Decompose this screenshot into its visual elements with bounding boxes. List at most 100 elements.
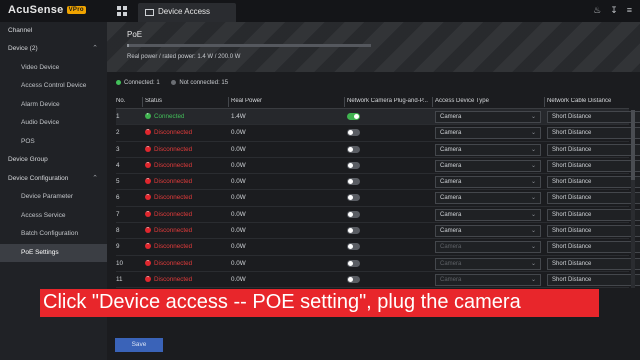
status-cell: Disconnected [145, 129, 192, 136]
select-value: Camera [440, 260, 462, 267]
bell-icon[interactable]: ♨ [593, 5, 601, 15]
table-row[interactable]: 8 Disconnected 0.0W Camera ⌄ Short Distance⌄ [116, 223, 640, 240]
device-type-select[interactable]: Camera ⌄ [435, 208, 541, 221]
select-value: Camera [440, 130, 462, 137]
chevron-down-icon: ⌄ [530, 244, 536, 251]
device-type-select[interactable]: Camera ⌄ [435, 192, 541, 205]
sidebar-item[interactable]: Device (2) ⌃ [0, 40, 107, 58]
chevron-up-icon[interactable]: ⌃ [92, 174, 98, 182]
cable-distance-select[interactable]: Short Distance⌄ [547, 159, 640, 172]
sidebar-item[interactable]: PoE Settings [0, 244, 107, 262]
save-button[interactable]: Save [115, 338, 163, 352]
sidebar-item-label: Access Service [21, 212, 66, 219]
plug-and-play-toggle[interactable] [347, 178, 360, 186]
column-divider[interactable] [228, 97, 229, 107]
tab-label: Device Access [158, 7, 211, 16]
column-header: Real Power [231, 98, 263, 104]
port-number: 9 [116, 243, 120, 251]
device-type-select[interactable]: Camera ⌄ [435, 159, 541, 172]
real-power: 0.0W [231, 210, 246, 218]
status-text: Disconnected [154, 243, 193, 251]
toggle-knob [348, 130, 353, 136]
table-row[interactable]: 7 Disconnected 0.0W Camera ⌄ Short Distance⌄ [116, 207, 640, 224]
status-text: Disconnected [154, 129, 193, 137]
apps-grid-icon[interactable] [117, 6, 127, 16]
cable-distance-select[interactable]: Short Distance⌄ [547, 225, 640, 238]
sidebar-item[interactable]: Audio Device [0, 114, 107, 132]
sidebar-item[interactable]: Access Service [0, 207, 107, 225]
device-type-select[interactable]: Camera ⌄ [435, 111, 541, 123]
chevron-down-icon: ⌄ [530, 276, 536, 283]
sidebar-item[interactable]: Device Configuration ⌃ [0, 170, 107, 188]
device-type-select[interactable]: Camera ⌄ [435, 176, 541, 189]
cable-distance-select[interactable]: Short Distance⌄ [547, 127, 640, 140]
real-power: 1.4W [231, 113, 246, 120]
column-divider[interactable] [432, 97, 433, 107]
plug-and-play-toggle[interactable] [347, 129, 360, 137]
cable-distance-select[interactable]: Short Distance⌄ [547, 111, 640, 123]
table-scrollbar[interactable] [631, 110, 635, 288]
column-divider[interactable] [142, 97, 143, 107]
cable-distance-select[interactable]: Short Distance⌄ [547, 241, 640, 254]
plug-and-play-toggle[interactable] [347, 113, 360, 120]
cable-distance-select[interactable]: Short Distance⌄ [547, 176, 640, 189]
table-header: No. Status Real Power Network Camera Plug-a… [116, 95, 629, 109]
cable-distance-select[interactable]: Short Distance⌄ [547, 143, 640, 156]
sidebar-item[interactable]: Video Device [0, 59, 107, 77]
column-divider[interactable] [544, 97, 545, 107]
sidebar-item[interactable]: Device Group [0, 151, 107, 169]
table-row[interactable]: 3 Disconnected 0.0W Camera ⌄ Short Distance⌄ [116, 142, 640, 158]
tab-device-access[interactable]: Device Access [138, 3, 236, 22]
device-type-select[interactable]: Camera ⌄ [435, 143, 541, 156]
cable-distance-select[interactable]: Short Distance⌄ [547, 257, 640, 270]
plug-and-play-toggle[interactable] [347, 194, 360, 202]
sidebar-item[interactable]: Access Control Device [0, 77, 107, 95]
select-value: Camera [440, 195, 462, 202]
plug-and-play-toggle[interactable] [347, 145, 360, 153]
sidebar-item[interactable]: Batch Configuration [0, 225, 107, 243]
device-type-select[interactable]: Camera ⌄ [435, 225, 541, 238]
chevron-down-icon: ⌄ [530, 146, 536, 153]
plug-and-play-toggle[interactable] [347, 210, 360, 218]
table-row[interactable]: 6 Disconnected 0.0W Camera ⌄ Short Distance⌄ [116, 190, 640, 207]
x-circle-icon [145, 161, 151, 168]
download-icon[interactable]: ↧ [610, 5, 618, 15]
cable-distance-select[interactable]: Short Distance⌄ [547, 273, 640, 286]
plug-and-play-toggle[interactable] [347, 243, 360, 251]
toggle-knob [348, 146, 353, 152]
column-divider[interactable] [344, 97, 345, 107]
table-row[interactable]: 11 Disconnected 0.0W Camera ⌄ Short Distance⌄ [116, 272, 640, 289]
sidebar-item[interactable]: Channel [0, 22, 107, 40]
cable-distance-select[interactable]: Short Distance⌄ [547, 208, 640, 221]
table-row[interactable]: 1 Connected 1.4W Camera ⌄ Short Distance⌄ [116, 109, 640, 126]
sidebar-item[interactable]: Alarm Device [0, 96, 107, 114]
select-value: Short Distance [552, 114, 592, 120]
cable-distance-select[interactable]: Short Distance⌄ [547, 192, 640, 205]
plug-and-play-toggle[interactable] [347, 227, 360, 235]
device-type-select[interactable]: Camera ⌄ [435, 257, 541, 270]
toggle-knob [348, 211, 353, 217]
sidebar-item-label: POS [21, 138, 35, 145]
table-row[interactable]: 2 Disconnected 0.0W Camera ⌄ Short Distance⌄ [116, 125, 640, 142]
table-row[interactable]: 4 Disconnected 0.0W Camera ⌄ Short Distance⌄ [116, 158, 640, 175]
menu-icon[interactable]: ≡ [627, 5, 632, 15]
plug-and-play-toggle[interactable] [347, 161, 360, 169]
poe-usage-fill [127, 44, 129, 47]
device-type-select[interactable]: Camera ⌄ [435, 127, 541, 140]
device-type-select[interactable]: Camera ⌄ [435, 273, 541, 286]
scrollbar-thumb[interactable] [631, 110, 635, 180]
sidebar-item[interactable]: Device Parameter [0, 188, 107, 206]
table-row[interactable]: 10 Disconnected 0.0W Camera ⌄ Short Distance⌄ [116, 256, 640, 272]
status-text: Disconnected [154, 194, 193, 202]
plug-and-play-toggle[interactable] [347, 259, 360, 267]
device-type-select[interactable]: Camera ⌄ [435, 241, 541, 254]
plug-and-play-toggle[interactable] [347, 275, 360, 283]
status-text: Disconnected [154, 145, 193, 153]
chevron-up-icon[interactable]: ⌃ [92, 44, 98, 52]
table-row[interactable]: 9 Disconnected 0.0W Camera ⌄ Short Distance⌄ [116, 239, 640, 256]
port-number: 2 [116, 129, 120, 137]
sidebar-item[interactable]: POS [0, 133, 107, 151]
sidebar-item-label: Video Device [21, 64, 60, 71]
port-number: 8 [116, 227, 120, 235]
table-row[interactable]: 5 Disconnected 0.0W Camera ⌄ Short Distance⌄ [116, 174, 640, 191]
